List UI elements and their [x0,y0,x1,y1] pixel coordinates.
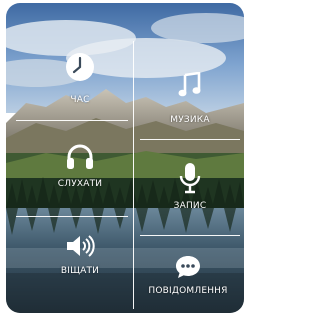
tile-watch-label: ВІЩАТИ [60,266,100,276]
tile-music[interactable]: МУЗИКА [150,72,230,132]
tile-time[interactable]: ЧАС [40,52,120,112]
tile-listen-label: СЛУХАТИ [57,179,103,189]
chat-bubble-icon [176,256,200,278]
tile-messages[interactable]: ПОВІДОМЛЕННЯ [138,255,238,305]
clock-icon [66,53,94,81]
horizontal-divider [16,120,128,121]
tile-watch[interactable]: ВІЩАТИ [40,233,120,283]
horizontal-divider [140,235,240,236]
music-note-icon [178,72,201,97]
vertical-divider [133,41,134,309]
headphones-icon [67,144,93,169]
tile-messages-label: ПОВІДОМЛЕННЯ [148,286,228,296]
horizontal-divider [16,216,128,217]
speaker-icon [67,235,95,257]
tile-time-label: ЧАС [70,95,90,105]
tile-record-label: ЗАПИС [173,201,207,211]
microphone-icon [179,163,201,194]
horizontal-divider [140,139,240,140]
tile-record[interactable]: ЗАПИС [150,162,230,217]
tile-music-label: МУЗИКА [170,115,210,125]
tile-listen[interactable]: СЛУХАТИ [40,142,120,197]
